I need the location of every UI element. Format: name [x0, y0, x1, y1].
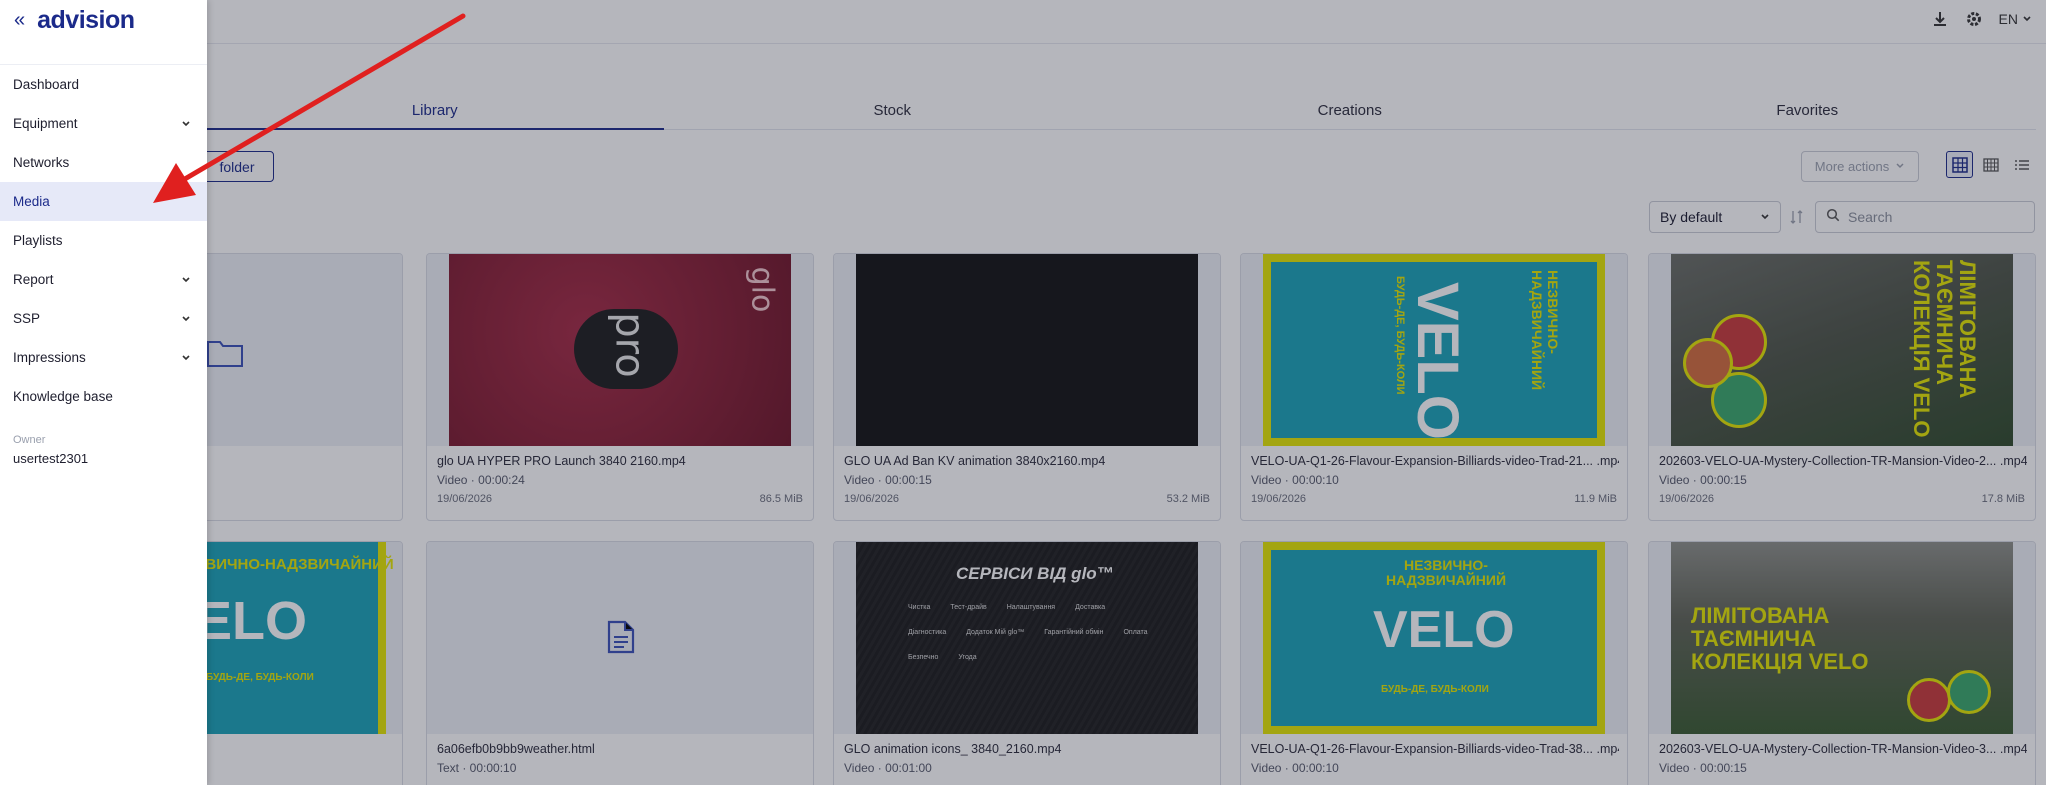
sidebar-item-media[interactable]: Media: [0, 182, 207, 221]
owner-label: Owner: [13, 434, 46, 446]
sidebar-item-label: Media: [13, 194, 50, 209]
collapse-sidebar-icon[interactable]: «: [14, 9, 25, 32]
sidebar-item-dashboard[interactable]: Dashboard: [0, 65, 207, 104]
sidebar-nav: Dashboard Equipment Networks Media Playl…: [0, 64, 207, 416]
sidebar-item-label: Impressions: [13, 350, 86, 365]
sidebar-item-report[interactable]: Report: [0, 260, 207, 299]
sidebar-item-equipment[interactable]: Equipment: [0, 104, 207, 143]
sidebar-item-label: Playlists: [13, 233, 63, 248]
modal-overlay[interactable]: [0, 0, 2046, 785]
sidebar-item-label: Knowledge base: [13, 389, 113, 404]
chevron-down-icon: [182, 276, 190, 282]
chevron-down-icon: [182, 120, 190, 126]
sidebar-item-label: SSP: [13, 311, 41, 326]
chevron-down-icon: [182, 354, 190, 360]
owner-name: usertest2301: [13, 451, 89, 466]
sidebar-item-impressions[interactable]: Impressions: [0, 338, 207, 377]
sidebar-item-label: Report: [13, 272, 54, 287]
sidebar-item-ssp[interactable]: SSP: [0, 299, 207, 338]
sidebar-item-playlists[interactable]: Playlists: [0, 221, 207, 260]
sidebar-item-label: Dashboard: [13, 77, 80, 92]
sidebar-item-networks[interactable]: Networks: [0, 143, 207, 182]
sidebar: « advision Dashboard Equipment Networks …: [0, 0, 207, 785]
sidebar-item-knowledge-base[interactable]: Knowledge base: [0, 377, 207, 416]
app-logo[interactable]: advision: [37, 6, 135, 35]
sidebar-item-label: Equipment: [13, 116, 78, 131]
chevron-down-icon: [182, 315, 190, 321]
sidebar-item-label: Networks: [13, 155, 70, 170]
